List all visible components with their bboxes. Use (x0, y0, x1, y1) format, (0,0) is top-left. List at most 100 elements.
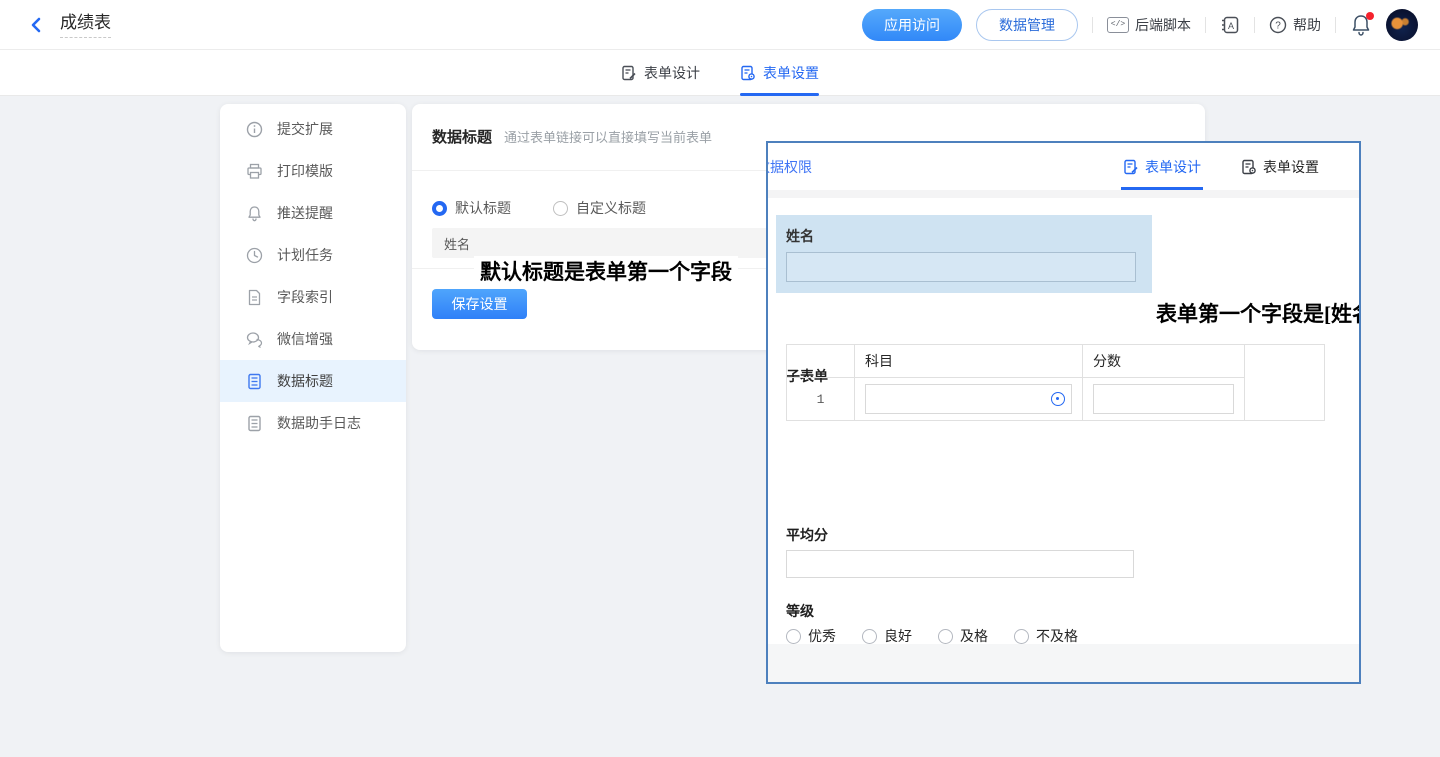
radio-selected-icon (432, 201, 447, 216)
subject-cell (855, 378, 1083, 421)
data-manage-button[interactable]: 数据管理 (976, 9, 1078, 41)
data-title-icon (246, 373, 263, 390)
grade-label: 等级 (786, 601, 814, 621)
tab-label: 表单设计 (1145, 157, 1201, 177)
sidebar-item-label: 微信增强 (277, 329, 333, 349)
notification-dot (1366, 12, 1374, 20)
app-access-button[interactable]: 应用访问 (862, 9, 962, 41)
sidebar-item-submit-extension[interactable]: 提交扩展 (220, 108, 406, 150)
sidebar-item-data-title[interactable]: 数据标题 (220, 360, 406, 402)
bell-icon (246, 205, 263, 222)
overlay-tab-form-design[interactable]: 表单设计 (1123, 143, 1201, 190)
tab-label: 表单设置 (763, 63, 819, 83)
log-icon (246, 415, 263, 432)
grade-option-label: 良好 (884, 626, 912, 646)
clock-icon (246, 247, 263, 264)
chevron-left-icon (29, 17, 45, 33)
info-circle-icon (246, 121, 263, 138)
form-design-icon (621, 65, 637, 81)
grade-option-label: 优秀 (808, 626, 836, 646)
overlay-footer (768, 644, 1359, 682)
average-label: 平均分 (786, 525, 828, 545)
tab-form-design[interactable]: 表单设计 (621, 50, 700, 96)
active-tab-underline (740, 93, 819, 96)
sidebar-item-label: 字段索引 (277, 287, 333, 307)
subform-col-score: 分数 (1083, 345, 1245, 378)
row-index: 1 (787, 378, 855, 421)
grade-option-excellent[interactable]: 优秀 (786, 626, 836, 646)
sidebar-item-scheduled-task[interactable]: 计划任务 (220, 234, 406, 276)
form-tabs: 表单设计 表单设置 (0, 50, 1440, 96)
radio-default-title[interactable]: 默认标题 (432, 198, 511, 218)
radio-custom-title[interactable]: 自定义标题 (553, 198, 646, 218)
annotation-default-title: 默认标题是表单第一个字段 (474, 256, 738, 286)
form-design-icon (1123, 159, 1139, 175)
select-target-icon[interactable] (1051, 392, 1065, 406)
grade-option-fail[interactable]: 不及格 (1014, 626, 1078, 646)
glossary-button[interactable]: A (1220, 15, 1240, 35)
divider (1092, 17, 1093, 33)
divider (1254, 17, 1255, 33)
radio-unselected-icon (862, 629, 877, 644)
save-settings-button[interactable]: 保存设置 (432, 289, 527, 319)
form-preview-overlay: 数据权限 表单设计 表单设置 (766, 141, 1361, 684)
overlay-header-separator (768, 190, 1359, 198)
overlay-nav-data-permission[interactable]: 数据权限 (766, 157, 812, 177)
grade-options: 优秀 良好 及格 不及格 (786, 626, 1078, 646)
title-mode-radios: 默认标题 自定义标题 (432, 198, 646, 218)
sidebar-item-data-assistant-log[interactable]: 数据助手日志 (220, 402, 406, 444)
sidebar-item-label: 计划任务 (277, 245, 333, 265)
tab-label: 表单设置 (1263, 157, 1319, 177)
help-button[interactable]: ? 帮助 (1269, 15, 1321, 35)
sidebar-item-label: 打印模版 (277, 161, 333, 181)
top-bar: 成绩表 应用访问 数据管理 </> 后端脚本 A ? 帮助 (0, 0, 1440, 50)
grade-option-pass[interactable]: 及格 (938, 626, 988, 646)
sidebar-item-field-index[interactable]: 字段索引 (220, 276, 406, 318)
name-field-highlight: 姓名 (776, 215, 1152, 293)
overlay-tab-form-settings[interactable]: 表单设置 (1241, 143, 1319, 190)
grade-option-good[interactable]: 良好 (862, 626, 912, 646)
annotation-first-field: 表单第一个字段是[姓名] (1156, 298, 1361, 328)
subform-data-row: 1 (787, 378, 1325, 421)
sidebar-item-label: 数据标题 (277, 371, 333, 391)
subform-header-row: 科目 分数 (787, 345, 1325, 378)
average-input[interactable] (786, 550, 1134, 578)
radio-unselected-icon (786, 629, 801, 644)
backend-script-button[interactable]: </> 后端脚本 (1107, 15, 1191, 35)
notifications-button[interactable] (1350, 13, 1372, 37)
name-field-input[interactable] (786, 252, 1136, 282)
page-title[interactable]: 成绩表 (60, 12, 111, 38)
wechat-icon (246, 331, 263, 348)
svg-text:A: A (1228, 21, 1234, 31)
score-cell (1083, 378, 1245, 421)
avatar[interactable] (1386, 9, 1418, 41)
subform-table: 科目 分数 1 (786, 344, 1325, 421)
radio-unselected-icon (1014, 629, 1029, 644)
sidebar-item-print-template[interactable]: 打印模版 (220, 150, 406, 192)
panel-title: 数据标题 (432, 126, 492, 147)
printer-icon (246, 163, 263, 180)
settings-sidebar: 提交扩展 打印模版 推送提醒 计划任务 字段索引 微信增强 数据标题 数据助手 (220, 104, 406, 652)
sidebar-item-label: 推送提醒 (277, 203, 333, 223)
sidebar-item-wechat-enhance[interactable]: 微信增强 (220, 318, 406, 360)
overlay-header: 数据权限 表单设计 表单设置 (768, 143, 1359, 190)
glossary-icon: A (1220, 15, 1240, 35)
active-tab-underline (1121, 187, 1203, 190)
back-button[interactable] (26, 14, 48, 36)
code-icon: </> (1107, 17, 1129, 33)
sidebar-item-push-reminder[interactable]: 推送提醒 (220, 192, 406, 234)
subform-col-subject: 科目 (855, 345, 1083, 378)
score-input[interactable] (1093, 384, 1234, 414)
sidebar-item-label: 数据助手日志 (277, 413, 361, 433)
subject-input[interactable] (865, 384, 1072, 414)
document-icon (246, 289, 263, 306)
grade-option-label: 及格 (960, 626, 988, 646)
subform-col-extra (1245, 345, 1325, 421)
divider (1205, 17, 1206, 33)
tab-label: 表单设计 (644, 63, 700, 83)
tab-form-settings[interactable]: 表单设置 (740, 50, 819, 96)
subform-col-index (787, 345, 855, 378)
radio-unselected-icon (938, 629, 953, 644)
svg-text:?: ? (1275, 20, 1281, 31)
form-preview-body: 姓名 表单第一个字段是[姓名] 子表单 科目 分数 1 (768, 198, 1359, 644)
